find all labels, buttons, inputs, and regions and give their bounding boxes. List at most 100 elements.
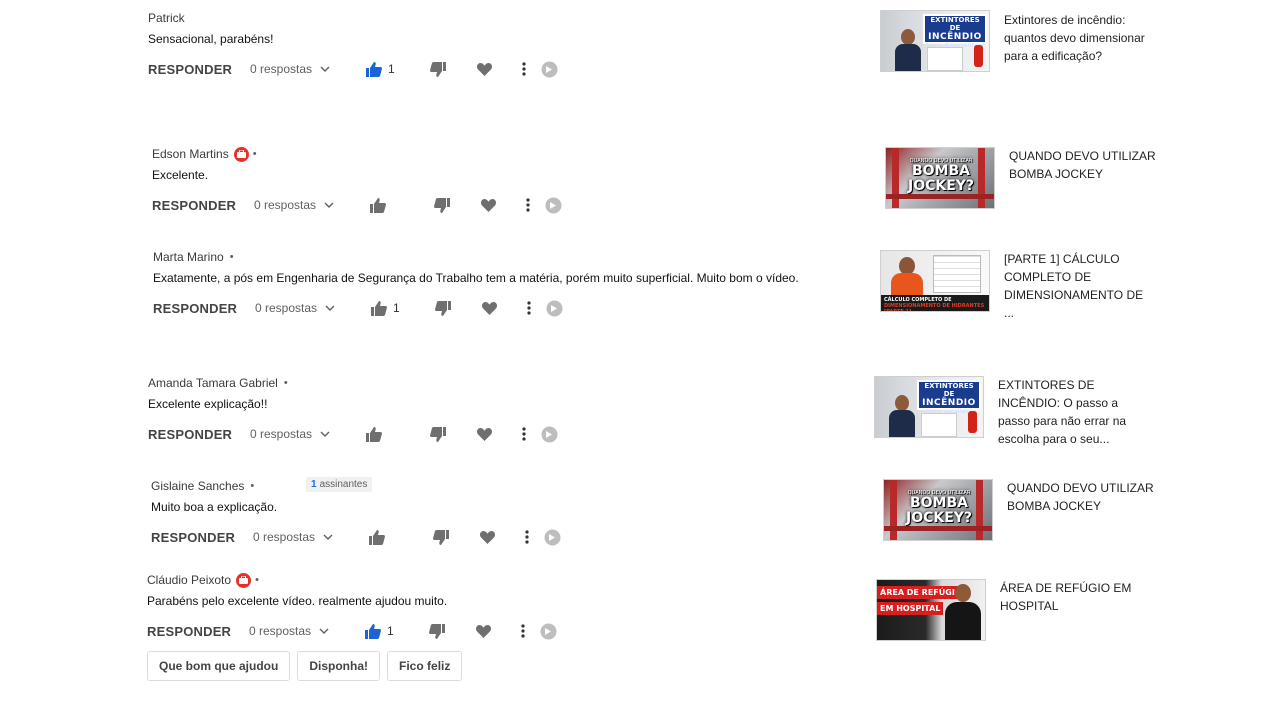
replies-toggle[interactable]: 0 respostas [249, 624, 365, 638]
comment-author[interactable]: Cláudio Peixoto [147, 573, 231, 587]
reply-button[interactable]: RESPONDER [147, 624, 249, 639]
heart-icon[interactable] [461, 427, 508, 441]
comment-author[interactable]: Edson Martins [152, 147, 229, 161]
play-circle-icon[interactable] [544, 300, 564, 317]
video-item[interactable]: CÁLCULO COMPLETO DE DIMENSIONAMENTO DE H… [880, 250, 1152, 322]
subscriber-count: 1 [311, 479, 317, 490]
document-shape [921, 413, 957, 437]
like-button[interactable] [369, 529, 417, 545]
chevron-down-icon [325, 305, 335, 311]
chevron-down-icon [324, 202, 334, 208]
thumbnail-text: EXTINTORES DE [930, 16, 980, 32]
video-title[interactable]: QUANDO DEVO UTILIZAR BOMBA JOCKEY [1007, 479, 1155, 541]
separator-dot: • [229, 251, 234, 263]
thumbnail-text: INCÊNDIO [928, 32, 982, 42]
comment-author[interactable]: Amanda Tamara Gabriel [148, 376, 278, 390]
thumbs-down-icon[interactable] [419, 300, 466, 316]
replies-count: 0 respostas [253, 530, 316, 544]
quick-reply-suggestions: Que bom que ajudou Disponha! Fico feliz [147, 651, 463, 681]
more-options-icon[interactable] [511, 530, 542, 544]
video-title[interactable]: Extintores de incêndio: quantos devo dim… [1004, 11, 1152, 72]
like-count: 1 [393, 301, 400, 315]
thumbs-down-icon[interactable] [418, 197, 465, 213]
video-title[interactable]: EXTINTORES DE INCÊNDIO: O passo a passo … [998, 376, 1146, 448]
play-circle-icon[interactable] [538, 623, 558, 640]
more-options-icon[interactable] [513, 301, 544, 315]
reply-button[interactable]: RESPONDER [148, 427, 250, 442]
video-thumbnail[interactable]: QUANDO DEVO UTILIZAR BOMBA JOCKEY? [883, 479, 993, 541]
thumbnail-text: INCÊNDIO [922, 398, 976, 408]
play-circle-icon[interactable] [542, 529, 562, 546]
quick-reply-button[interactable]: Que bom que ajudou [147, 651, 291, 681]
chevron-down-icon [319, 628, 329, 634]
comment: Edson Martins • Excelente. RESPONDER 0 re… [152, 146, 563, 216]
like-button[interactable]: 1 [366, 61, 414, 77]
presenter-figure [955, 584, 971, 602]
replies-toggle[interactable]: 0 respostas [250, 427, 366, 441]
video-title[interactable]: QUANDO DEVO UTILIZAR BOMBA JOCKEY [1009, 147, 1157, 209]
thumbs-up-icon [366, 61, 382, 77]
comment-author[interactable]: Marta Marino [153, 250, 224, 264]
quick-reply-button[interactable]: Fico feliz [387, 651, 463, 681]
video-item[interactable]: QUANDO DEVO UTILIZAR BOMBA JOCKEY? QUANDO… [883, 479, 1155, 541]
video-thumbnail[interactable]: QUANDO DEVO UTILIZAR BOMBA JOCKEY? [885, 147, 995, 209]
document-shape [927, 47, 963, 71]
video-thumbnail[interactable]: EXTINTORES DE INCÊNDIO como escolher? [874, 376, 984, 438]
fire-extinguisher-icon [974, 45, 983, 67]
play-circle-icon[interactable] [543, 197, 563, 214]
heart-icon[interactable] [466, 301, 513, 315]
quick-reply-button[interactable]: Disponha! [297, 651, 381, 681]
thumbs-down-icon[interactable] [417, 529, 464, 545]
like-button[interactable]: 1 [365, 623, 413, 639]
play-circle-icon[interactable] [539, 426, 559, 443]
comment-text: Sensacional, parabéns! [148, 32, 274, 46]
thumbs-up-icon [366, 426, 382, 442]
video-title[interactable]: ÁREA DE REFÚGIO EM HOSPITAL [1000, 579, 1148, 641]
thumbs-down-icon[interactable] [414, 426, 461, 442]
reply-button[interactable]: RESPONDER [148, 62, 250, 77]
reply-button[interactable]: RESPONDER [153, 301, 255, 316]
reply-button[interactable]: RESPONDER [152, 198, 254, 213]
comment-author[interactable]: Patrick [148, 11, 185, 25]
thumbnail-title: QUANDO DEVO UTILIZAR BOMBA JOCKEY? [906, 490, 972, 526]
more-options-icon[interactable] [507, 624, 538, 638]
heart-icon[interactable] [464, 530, 511, 544]
thumbs-down-icon[interactable] [413, 623, 460, 639]
video-item[interactable]: EXTINTORES DE INCÊNDIO como escolher? EXTI… [874, 376, 1146, 448]
heart-icon[interactable] [460, 624, 507, 638]
presenter-figure [889, 395, 915, 437]
separator-dot: • [283, 377, 288, 389]
replies-toggle[interactable]: 0 respostas [250, 62, 366, 76]
reply-button[interactable]: RESPONDER [151, 530, 253, 545]
thumbnail-text: DIMENSIONAMENTO DE HIDRANTES [PARTE 1] [884, 303, 985, 312]
separator-dot: • [250, 480, 255, 492]
video-title[interactable]: [PARTE 1] CÁLCULO COMPLETO DE DIMENSIONA… [1004, 250, 1152, 322]
thumbs-up-icon [369, 529, 385, 545]
replies-count: 0 respostas [250, 427, 313, 441]
replies-toggle[interactable]: 0 respostas [253, 530, 369, 544]
video-item[interactable]: QUANDO DEVO UTILIZAR BOMBA JOCKEY? QUANDO… [885, 147, 1157, 209]
like-count: 1 [388, 62, 395, 76]
video-thumbnail[interactable]: EXTINTORES DE INCÊNDIO como dimensionar? [880, 10, 990, 72]
thumbs-down-icon[interactable] [414, 61, 461, 77]
video-item[interactable]: ÁREA DE REFÚGIO EM HOSPITAL ÁREA DE REFÚ… [876, 579, 1148, 641]
subscriber-label: assinantes [319, 479, 368, 490]
comment-author[interactable]: Gislaine Sanches [151, 479, 244, 493]
more-options-icon[interactable] [508, 427, 539, 441]
more-options-icon[interactable] [508, 62, 539, 76]
video-thumbnail[interactable]: CÁLCULO COMPLETO DE DIMENSIONAMENTO DE H… [880, 250, 990, 312]
play-circle-icon[interactable] [539, 61, 559, 78]
comment: Marta Marino • Exatamente, a pós em Engen… [153, 249, 799, 319]
replies-toggle[interactable]: 0 respostas [254, 198, 370, 212]
video-item[interactable]: EXTINTORES DE INCÊNDIO como dimensionar? E… [880, 10, 1152, 72]
heart-icon[interactable] [461, 62, 508, 76]
like-button[interactable] [370, 197, 418, 213]
heart-icon[interactable] [465, 198, 512, 212]
presenter-figure [895, 29, 921, 71]
replies-toggle[interactable]: 0 respostas [255, 301, 371, 315]
video-thumbnail[interactable]: ÁREA DE REFÚGIO EM HOSPITAL [876, 579, 986, 641]
more-options-icon[interactable] [512, 198, 543, 212]
like-button[interactable] [366, 426, 414, 442]
thumbnail-text: EM HOSPITAL [877, 602, 944, 615]
like-button[interactable]: 1 [371, 300, 419, 316]
